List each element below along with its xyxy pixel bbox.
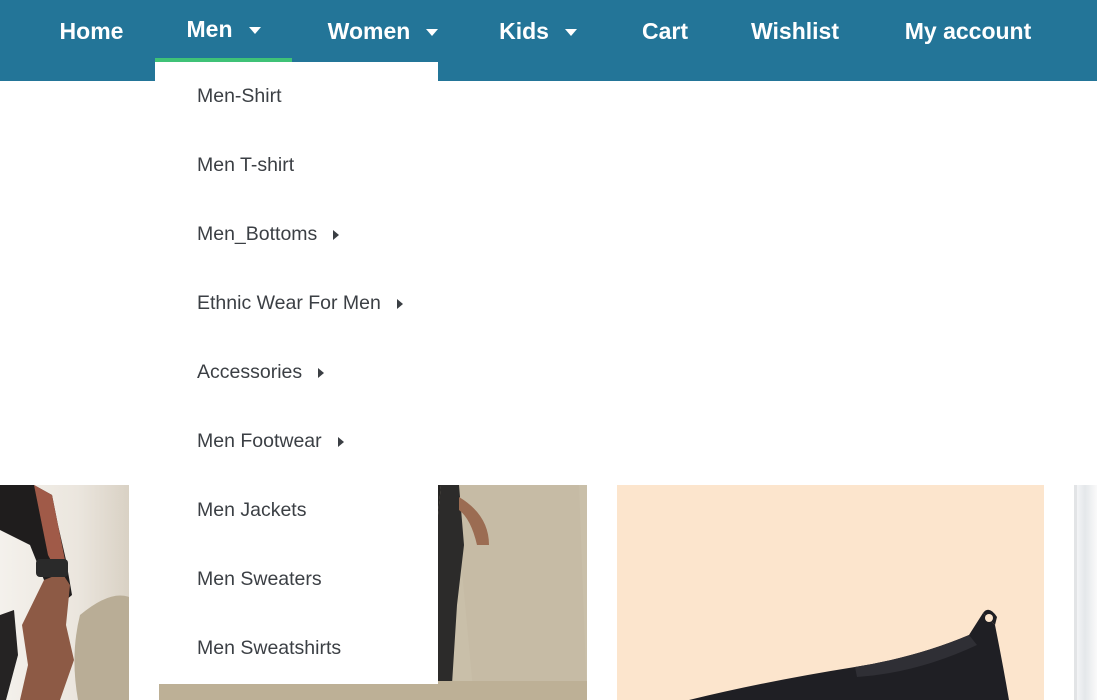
nav-cart-label: Cart xyxy=(641,17,688,44)
menu-item-men-shirt[interactable]: Men-Shirt xyxy=(155,62,438,131)
menu-item-ethnic-wear[interactable]: Ethnic Wear For Men xyxy=(155,269,438,338)
nav-kids-label: Kids xyxy=(499,17,549,44)
men-dropdown-menu: Men-Shirt Men T-shirt Men_Bottoms Ethnic… xyxy=(155,62,438,684)
menu-item-label: Ethnic Wear For Men xyxy=(197,292,381,314)
product-image-1[interactable] xyxy=(0,485,129,700)
product-photo-man-arm xyxy=(0,485,129,700)
menu-item-men-tshirt[interactable]: Men T-shirt xyxy=(155,131,438,200)
menu-item-accessories[interactable]: Accessories xyxy=(155,338,438,407)
menu-item-label: Men Footwear xyxy=(197,430,322,452)
product-image-4[interactable] xyxy=(1074,485,1097,700)
nav-my-account[interactable]: My account xyxy=(882,0,1054,62)
product-photo-shoe xyxy=(617,485,1044,700)
menu-item-label: Men T-shirt xyxy=(197,154,295,176)
menu-item-men-sweaters[interactable]: Men Sweaters xyxy=(155,545,438,614)
menu-item-label: Men Sweatshirts xyxy=(197,637,342,659)
nav-my-account-label: My account xyxy=(904,17,1032,44)
chevron-down-icon xyxy=(564,29,577,36)
menu-item-label: Men-Shirt xyxy=(197,85,282,107)
nav-home-label: Home xyxy=(59,17,124,44)
nav-men[interactable]: Men xyxy=(155,0,292,62)
nav-women[interactable]: Women xyxy=(308,0,458,62)
nav-wishlist[interactable]: Wishlist xyxy=(734,0,856,62)
nav-cart[interactable]: Cart xyxy=(622,0,708,62)
chevron-down-icon xyxy=(426,29,439,36)
chevron-down-icon xyxy=(248,27,261,34)
menu-item-label: Men Sweaters xyxy=(197,568,322,590)
nav-home[interactable]: Home xyxy=(31,0,152,62)
menu-item-label: Men Jackets xyxy=(197,499,307,521)
nav-men-label: Men xyxy=(186,15,233,42)
menu-item-men-footwear[interactable]: Men Footwear xyxy=(155,407,438,476)
menu-item-men-jackets[interactable]: Men Jackets xyxy=(155,476,438,545)
menu-item-men-sweatshirts[interactable]: Men Sweatshirts xyxy=(155,614,438,683)
product-image-3[interactable] xyxy=(617,485,1044,700)
nav-kids[interactable]: Kids xyxy=(483,0,593,62)
nav-women-label: Women xyxy=(327,17,411,44)
chevron-right-icon xyxy=(396,298,403,309)
nav-wishlist-label: Wishlist xyxy=(751,17,839,44)
menu-item-label: Men_Bottoms xyxy=(197,223,318,245)
chevron-right-icon xyxy=(318,367,325,378)
chevron-right-icon xyxy=(337,436,344,447)
menu-item-label: Accessories xyxy=(197,361,303,383)
page: Home Men Women Kids Cart Wishlist My acc… xyxy=(0,0,1097,700)
chevron-right-icon xyxy=(333,229,340,240)
menu-item-men-bottoms[interactable]: Men_Bottoms xyxy=(155,200,438,269)
